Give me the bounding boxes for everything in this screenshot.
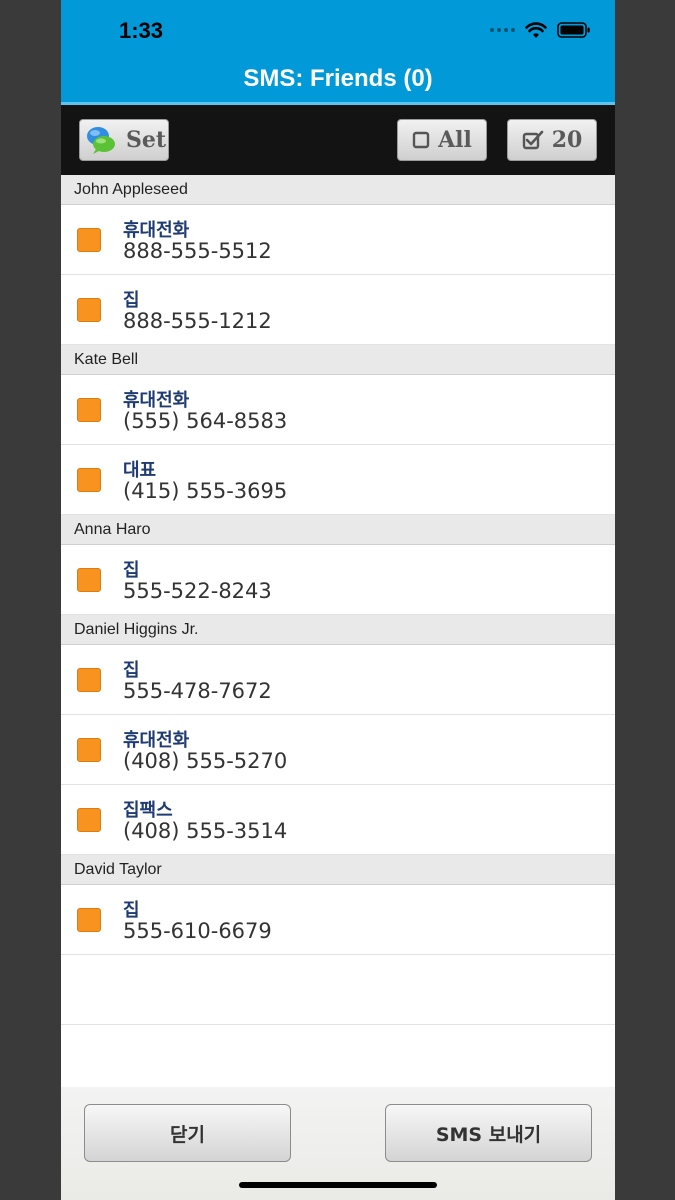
phone-number: 888-555-5512	[123, 239, 272, 263]
set-button-label: Set	[125, 127, 167, 153]
phone-number: (415) 555-3695	[123, 479, 288, 503]
list-item[interactable]: 집팩스 (408) 555-3514	[61, 785, 615, 855]
contact-name: Anna Haro	[74, 520, 151, 538]
contact-name: David Taylor	[74, 860, 162, 878]
phone-number: (408) 555-5270	[123, 749, 288, 773]
send-sms-button[interactable]: SMS 보내기	[385, 1104, 592, 1162]
status-time: 1:33	[119, 18, 164, 43]
phone-number: 555-522-8243	[123, 579, 272, 603]
list-item[interactable]: 휴대전화 (555) 564-8583	[61, 375, 615, 445]
wifi-icon	[525, 21, 547, 38]
section-header: Anna Haro	[61, 515, 615, 545]
list-item[interactable]: 집 555-522-8243	[61, 545, 615, 615]
select-checkbox[interactable]	[77, 228, 101, 252]
select-checkbox[interactable]	[77, 568, 101, 592]
section-header: Daniel Higgins Jr.	[61, 615, 615, 645]
list-item[interactable]: 집 555-478-7672	[61, 645, 615, 715]
phone-number: 888-555-1212	[123, 309, 272, 333]
phone-number: 555-478-7672	[123, 679, 272, 703]
phone-number: (555) 564-8583	[123, 409, 288, 433]
contact-name: Daniel Higgins Jr.	[74, 620, 199, 638]
signal-icon	[490, 28, 515, 32]
phone-number: (408) 555-3514	[123, 819, 288, 843]
section-header: Kate Bell	[61, 345, 615, 375]
contact-name: Kate Bell	[74, 350, 139, 368]
section-header: John Appleseed	[61, 175, 615, 205]
selection-count-button[interactable]: 20	[507, 119, 597, 161]
battery-icon	[557, 22, 590, 38]
select-checkbox[interactable]	[77, 668, 101, 692]
select-checkbox[interactable]	[77, 398, 101, 422]
list-item[interactable]: 집 888-555-1212	[61, 275, 615, 345]
empty-row	[61, 955, 615, 1025]
home-indicator	[239, 1182, 437, 1188]
list-item[interactable]: 휴대전화 (408) 555-5270	[61, 715, 615, 785]
chat-bubbles-icon	[86, 127, 115, 154]
select-checkbox[interactable]	[77, 908, 101, 932]
section-header: David Taylor	[61, 855, 615, 885]
list-item[interactable]: 휴대전화 888-555-5512	[61, 205, 615, 275]
select-checkbox[interactable]	[77, 468, 101, 492]
status-bar: 1:33	[61, 0, 615, 56]
status-icons	[490, 20, 591, 40]
phone-screen: 1:33 SMS: Friends (0) Set All 20 John Ap…	[61, 0, 615, 1200]
contact-list: John Appleseed 휴대전화 888-555-5512 집 888-5…	[61, 175, 615, 1025]
page-title: SMS: Friends (0)	[243, 65, 433, 92]
selection-count-label: 20	[551, 127, 583, 153]
set-button[interactable]: Set	[79, 119, 169, 161]
select-checkbox[interactable]	[77, 738, 101, 762]
close-button[interactable]: 닫기	[84, 1104, 291, 1162]
toolbar: Set All 20	[61, 105, 615, 175]
phone-number: 555-610-6679	[123, 919, 272, 943]
list-item[interactable]: 집 555-610-6679	[61, 885, 615, 955]
select-checkbox[interactable]	[77, 298, 101, 322]
select-all-button[interactable]: All	[397, 119, 487, 161]
select-all-label: All	[438, 127, 472, 153]
navigation-bar: SMS: Friends (0)	[61, 56, 615, 105]
contact-name: John Appleseed	[74, 180, 188, 198]
empty-checkbox-icon	[412, 131, 430, 149]
checked-checkbox-icon	[522, 130, 543, 150]
list-item[interactable]: 대표 (415) 555-3695	[61, 445, 615, 515]
select-checkbox[interactable]	[77, 808, 101, 832]
